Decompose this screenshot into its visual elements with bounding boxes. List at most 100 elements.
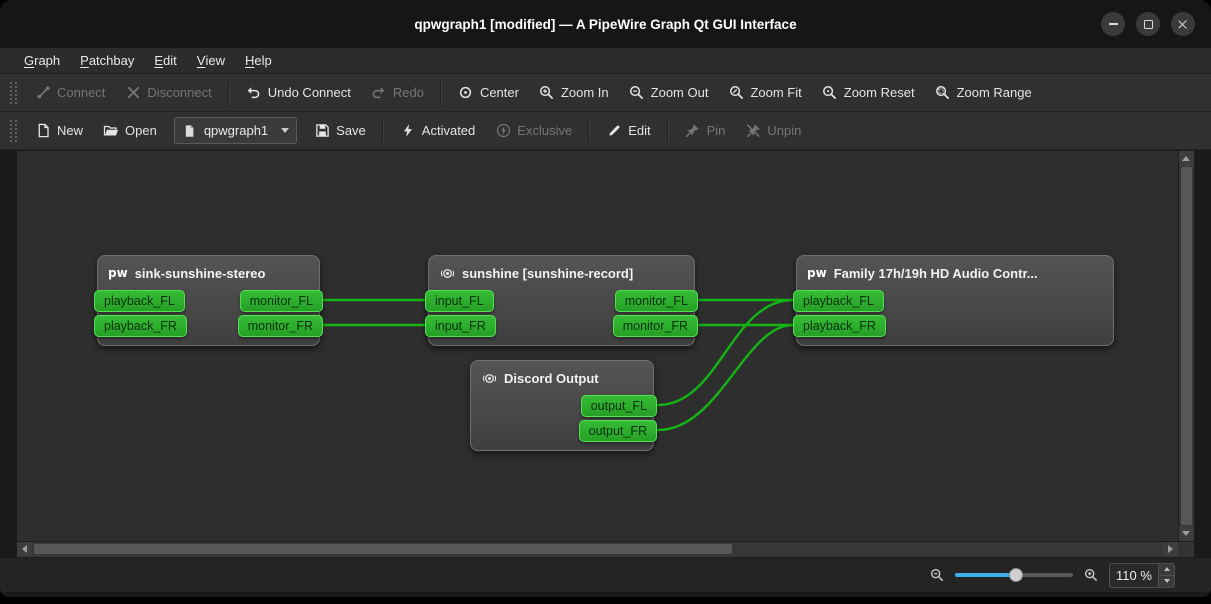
- undo-connect-button[interactable]: Undo Connect: [237, 80, 360, 106]
- pin-label: Pin: [707, 123, 726, 138]
- zoom-out-label: Zoom Out: [651, 85, 709, 100]
- node-title: Discord Output: [504, 371, 599, 386]
- node-title: sunshine [sunshine-record]: [462, 266, 633, 281]
- zoom-out-icon[interactable]: [929, 567, 945, 583]
- app-window: qpwgraph1 [modified] — A PipeWire Graph …: [0, 0, 1211, 597]
- toolbar-patchbay: New Open qpwgraph1 Save Act: [0, 112, 1211, 150]
- center-button[interactable]: Center: [449, 80, 528, 106]
- toolbar-separator: [440, 81, 442, 105]
- zoom-reset-icon: [822, 85, 838, 101]
- zoom-range-button[interactable]: Zoom Range: [926, 80, 1041, 106]
- save-button[interactable]: Save: [305, 118, 375, 144]
- zoom-in-button[interactable]: Zoom In: [530, 80, 618, 106]
- exclusive-label: Exclusive: [517, 123, 572, 138]
- spinbox-arrows: [1158, 564, 1174, 587]
- zoom-range-icon: [935, 85, 951, 101]
- titlebar: qpwgraph1 [modified] — A PipeWire Graph …: [0, 0, 1211, 48]
- undo-icon: [246, 85, 262, 101]
- connection-wires: [17, 151, 1178, 541]
- edit-button[interactable]: Edit: [597, 118, 659, 144]
- redo-label: Redo: [393, 85, 424, 100]
- port-monitor_FR[interactable]: monitor_FR: [238, 315, 323, 337]
- pencil-icon: [606, 123, 622, 139]
- patchbay-selector[interactable]: qpwgraph1: [174, 117, 297, 144]
- open-folder-icon: [103, 123, 119, 139]
- arrow-down-icon: [1182, 531, 1190, 536]
- toolbar-separator: [667, 119, 669, 143]
- new-button[interactable]: New: [26, 118, 92, 144]
- node-sink-sunshine-stereo[interactable]: pw sink-sunshine-stereo playback_FL moni…: [97, 255, 320, 346]
- scroll-right-button[interactable]: [1163, 542, 1178, 556]
- horizontal-scroll-thumb[interactable]: [34, 544, 732, 554]
- node-header: sunshine [sunshine-record]: [429, 256, 694, 288]
- zoom-spinbox[interactable]: 110 %: [1109, 563, 1175, 588]
- chevron-down-icon: [281, 128, 289, 133]
- minimize-button[interactable]: [1101, 12, 1125, 36]
- scroll-left-button[interactable]: [17, 542, 32, 556]
- graph-canvas[interactable]: pw sink-sunshine-stereo playback_FL moni…: [16, 150, 1179, 542]
- port-output_FL[interactable]: output_FL: [581, 395, 657, 417]
- toolbar-graph: Connect Disconnect Undo Connect Redo: [0, 74, 1211, 112]
- port-playback_FR[interactable]: playback_FR: [793, 315, 886, 337]
- port-monitor_FL[interactable]: monitor_FL: [240, 290, 323, 312]
- spin-down-button[interactable]: [1159, 576, 1174, 587]
- scroll-down-button[interactable]: [1179, 526, 1193, 541]
- toolbar-separator: [588, 119, 590, 143]
- close-button[interactable]: [1171, 12, 1195, 36]
- redo-button: Redo: [362, 80, 433, 106]
- port-list: output_FL output_FR: [471, 395, 653, 442]
- zoom-reset-button[interactable]: Zoom Reset: [813, 80, 924, 106]
- activated-label: Activated: [422, 123, 475, 138]
- zoom-in-icon[interactable]: [1083, 567, 1099, 583]
- zoom-slider[interactable]: [955, 567, 1073, 583]
- port-monitor_FR[interactable]: monitor_FR: [613, 315, 698, 337]
- toolbar-handle[interactable]: [10, 82, 17, 104]
- minimize-icon: [1109, 23, 1118, 25]
- port-playback_FL[interactable]: playback_FL: [94, 290, 185, 312]
- port-playback_FL[interactable]: playback_FL: [793, 290, 884, 312]
- port-monitor_FL[interactable]: monitor_FL: [615, 290, 698, 312]
- open-button[interactable]: Open: [94, 118, 166, 144]
- zoom-range-label: Zoom Range: [957, 85, 1032, 100]
- port-input_FR[interactable]: input_FR: [425, 315, 496, 337]
- connect-label: Connect: [57, 85, 105, 100]
- record-icon: [439, 265, 455, 281]
- vertical-scroll-thumb[interactable]: [1181, 167, 1192, 525]
- port-input_FL[interactable]: input_FL: [425, 290, 494, 312]
- zoom-fit-button[interactable]: Zoom Fit: [719, 80, 810, 106]
- spin-up-button[interactable]: [1159, 564, 1174, 576]
- node-sunshine[interactable]: sunshine [sunshine-record] input_FL moni…: [428, 255, 695, 346]
- unpin-button: Unpin: [736, 118, 810, 144]
- port-playback_FR[interactable]: playback_FR: [94, 315, 187, 337]
- node-title: sink-sunshine-stereo: [135, 266, 266, 281]
- new-file-icon: [35, 123, 51, 139]
- new-label: New: [57, 123, 83, 138]
- maximize-button[interactable]: [1136, 12, 1160, 36]
- menu-help[interactable]: Help: [235, 48, 282, 73]
- arrow-down-icon: [1164, 579, 1170, 583]
- vertical-scrollbar[interactable]: [1179, 150, 1195, 542]
- pin-icon: [685, 123, 701, 139]
- port-output_FR[interactable]: output_FR: [579, 420, 657, 442]
- toolbar-separator: [382, 119, 384, 143]
- undo-connect-label: Undo Connect: [268, 85, 351, 100]
- toolbar-handle[interactable]: [10, 120, 17, 142]
- zoom-out-button[interactable]: Zoom Out: [620, 80, 718, 106]
- menu-graph[interactable]: Graph: [14, 48, 70, 73]
- scroll-up-button[interactable]: [1179, 151, 1193, 166]
- bolt-circle-icon: [495, 123, 511, 139]
- zoom-in-icon: [539, 85, 555, 101]
- file-icon: [182, 123, 198, 139]
- node-family-hd-audio[interactable]: pw Family 17h/19h HD Audio Contr... play…: [796, 255, 1114, 346]
- menu-edit[interactable]: Edit: [144, 48, 186, 73]
- menu-view[interactable]: View: [187, 48, 235, 73]
- activated-button[interactable]: Activated: [391, 118, 484, 144]
- zoom-value[interactable]: 110 %: [1110, 564, 1158, 587]
- zoom-slider-handle[interactable]: [1009, 568, 1023, 582]
- menu-patchbay[interactable]: Patchbay: [70, 48, 144, 73]
- pin-button: Pin: [676, 118, 735, 144]
- horizontal-scroll-track[interactable]: [32, 542, 1163, 557]
- vertical-scroll-track[interactable]: [1179, 166, 1194, 526]
- node-discord-output[interactable]: Discord Output output_FL output_FR: [470, 360, 654, 451]
- horizontal-scrollbar[interactable]: [16, 542, 1195, 558]
